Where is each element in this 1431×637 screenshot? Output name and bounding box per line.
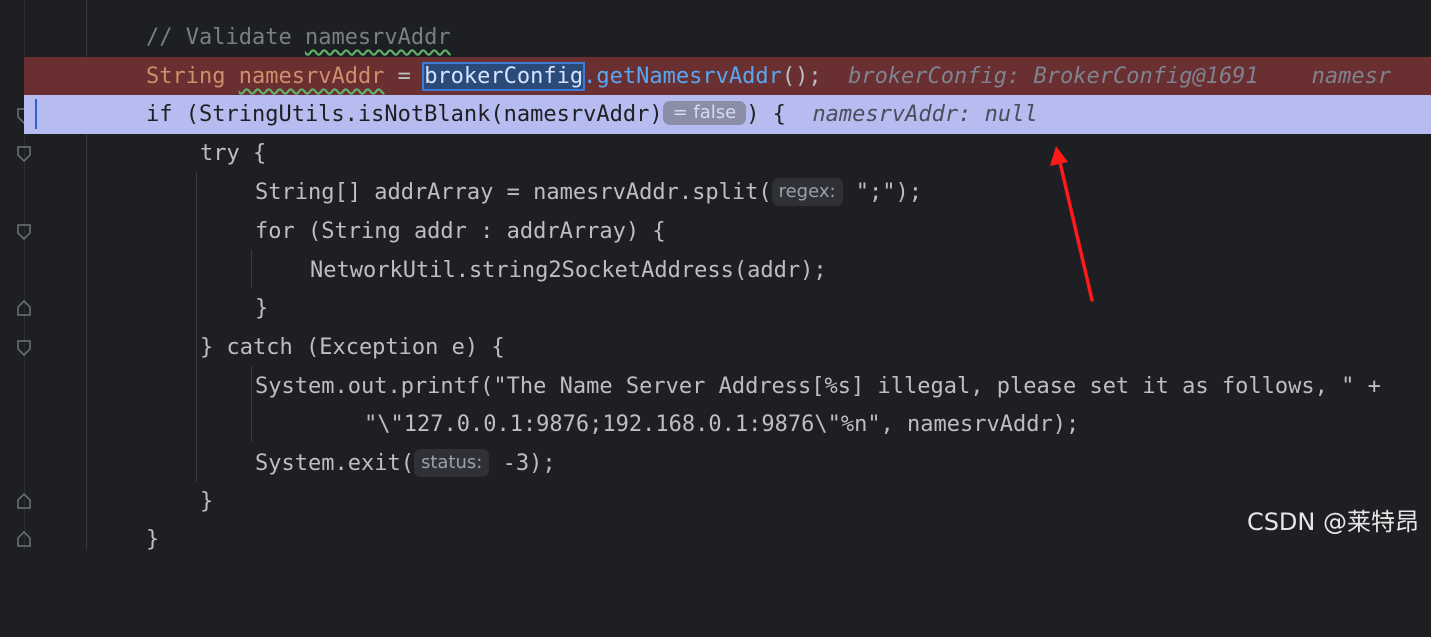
code-text: } catch (Exception e) { bbox=[200, 335, 505, 360]
code-text: -3); bbox=[502, 451, 556, 476]
evaluated-value-hint: = false bbox=[662, 101, 747, 125]
code-line[interactable]: System.out.printf("The Name Server Addre… bbox=[0, 367, 1431, 406]
code-rest: (); bbox=[781, 64, 822, 89]
code-text: ";"); bbox=[855, 180, 923, 205]
code-text: ) { bbox=[746, 102, 786, 127]
code-line[interactable]: } bbox=[0, 289, 1431, 328]
code-line[interactable]: } catch (Exception e) { bbox=[0, 328, 1431, 367]
code-line[interactable]: for (String addr : addrArray) { bbox=[0, 212, 1431, 251]
code-text: } bbox=[146, 527, 160, 552]
keyword-string: String bbox=[146, 64, 226, 89]
parameter-hint: regex: bbox=[771, 178, 843, 206]
code-line[interactable]: try { bbox=[0, 134, 1431, 173]
code-text: if (StringUtils.isNotBlank(namesrvAddr) bbox=[146, 102, 663, 127]
code-text: System.exit( bbox=[255, 451, 414, 476]
code-text: String[] addrArray = namesrvAddr.split( bbox=[255, 180, 772, 205]
code-text: try { bbox=[200, 141, 267, 166]
code-line[interactable]: System.exit(status: -3); bbox=[0, 444, 1431, 483]
code-text: for (String addr : addrArray) { bbox=[255, 219, 666, 244]
code-line[interactable]: String[] addrArray = namesrvAddr.split(r… bbox=[0, 173, 1431, 212]
code-text: } bbox=[200, 489, 214, 514]
code-line[interactable]: // Validate namesrvAddr bbox=[0, 18, 1431, 57]
code-line-breakpoint[interactable]: String namesrvAddr = brokerConfig.getNam… bbox=[24, 57, 1431, 96]
inline-debug-value: brokerConfig: BrokerConfig@1691 namesr bbox=[848, 64, 1392, 89]
inline-debug-value: namesrvAddr: null bbox=[812, 102, 1038, 127]
code-line[interactable]: } bbox=[0, 482, 1431, 521]
code-line[interactable]: NetworkUtil.string2SocketAddress(addr); bbox=[0, 251, 1431, 290]
text-caret bbox=[35, 99, 37, 129]
comment-identifier: namesrvAddr bbox=[304, 25, 451, 50]
watermark: CSDN @莱特昂 bbox=[1246, 508, 1419, 536]
code-editor[interactable]: // Validate namesrvAddr String namesrvAd… bbox=[0, 0, 1431, 552]
code-text: NetworkUtil.string2SocketAddress(addr); bbox=[310, 258, 827, 283]
method-call[interactable]: .getNamesrvAddr bbox=[583, 64, 782, 89]
code-text: System.out.printf("The Name Server Addre… bbox=[255, 374, 1381, 399]
selected-identifier[interactable]: brokerConfig bbox=[422, 62, 586, 91]
parameter-hint: status: bbox=[413, 449, 490, 477]
variable-name: namesrvAddr bbox=[238, 64, 385, 89]
code-text: "\"127.0.0.1:9876;192.168.0.1:9876\"%n",… bbox=[364, 412, 1080, 437]
comment-text: // Validate bbox=[146, 25, 305, 50]
annotation-arrow-icon bbox=[1050, 146, 1094, 302]
code-text: } bbox=[255, 296, 269, 321]
code-line[interactable]: } bbox=[0, 520, 1431, 559]
code-line-current[interactable]: if (StringUtils.isNotBlank(namesrvAddr) =… bbox=[24, 95, 1431, 134]
code-line[interactable]: "\"127.0.0.1:9876;192.168.0.1:9876\"%n",… bbox=[0, 405, 1431, 444]
assign-operator: = bbox=[384, 64, 425, 89]
